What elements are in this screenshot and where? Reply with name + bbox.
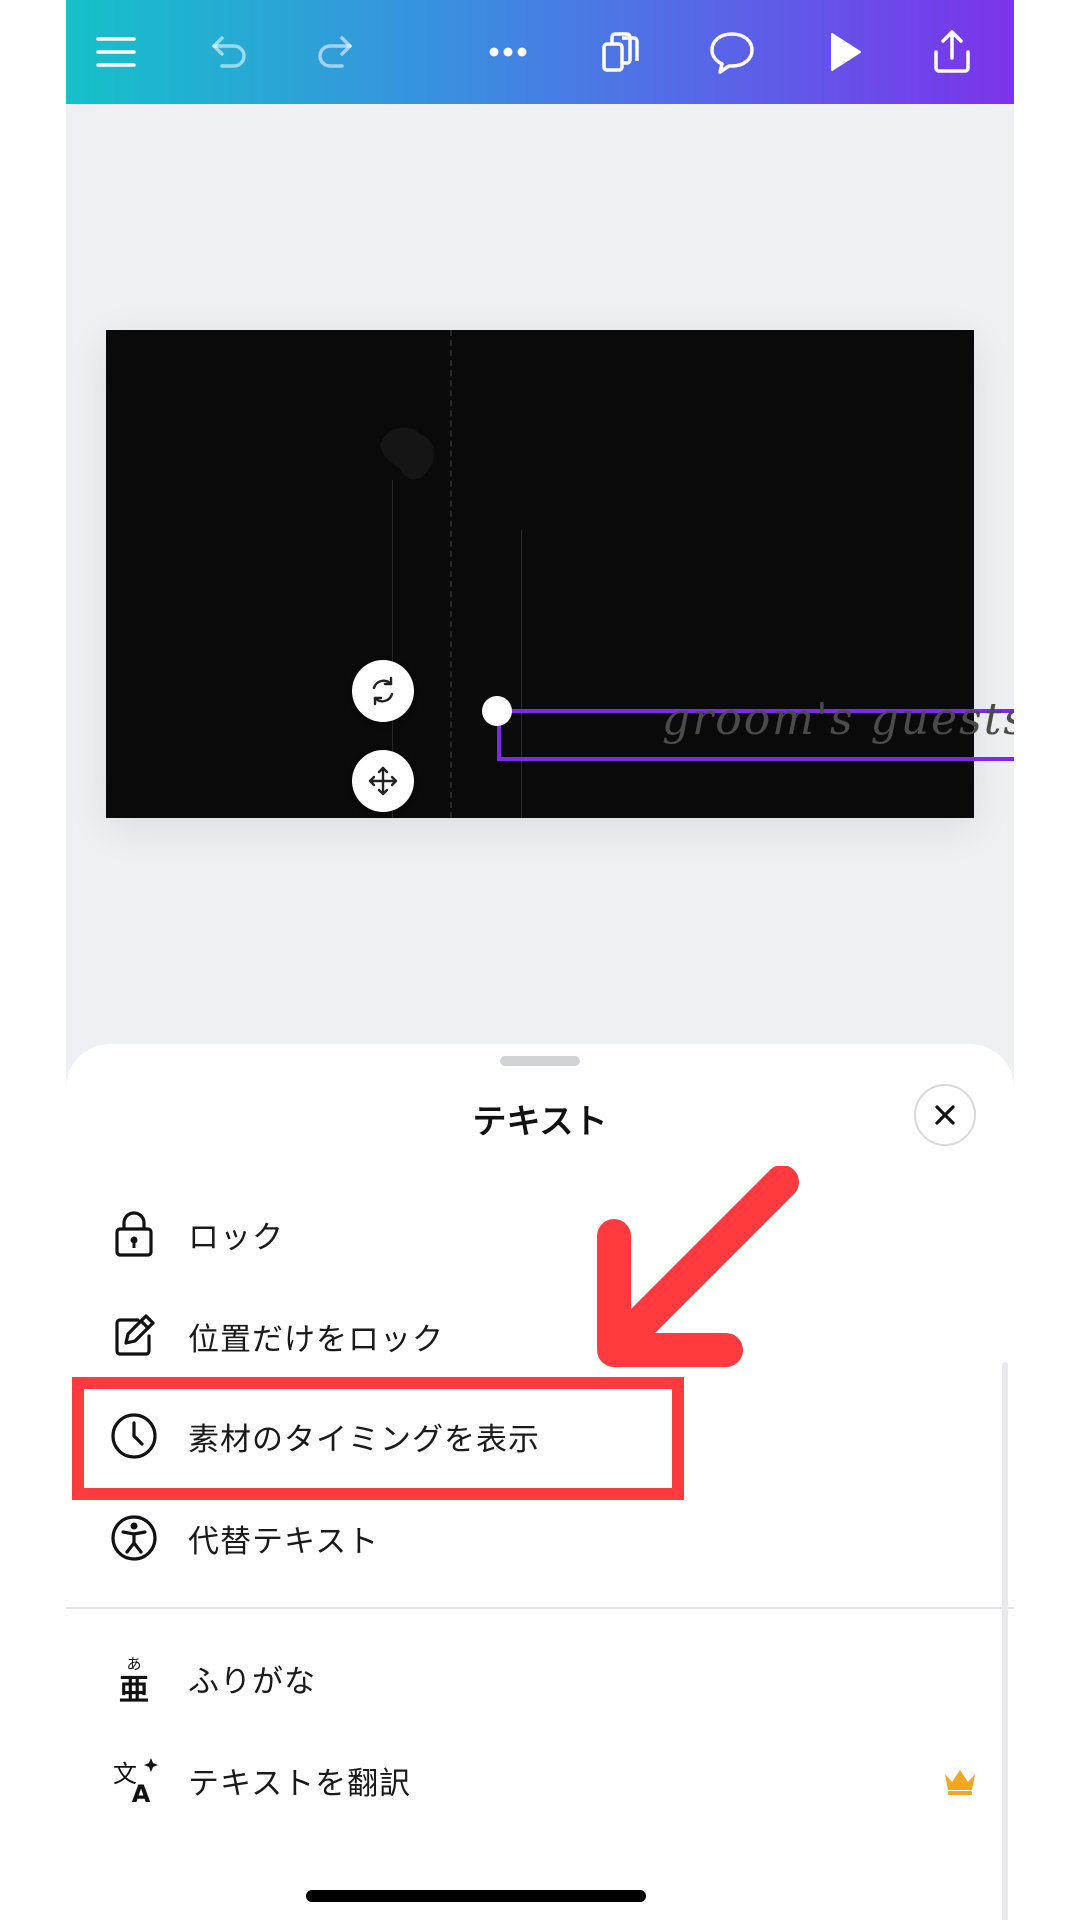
close-icon [935, 1105, 955, 1125]
divider [66, 1607, 1014, 1609]
top-toolbar [66, 0, 1014, 104]
share-icon[interactable] [918, 18, 986, 86]
canvas-text-element[interactable]: groom's guests [662, 694, 1014, 745]
lock-icon [108, 1208, 160, 1260]
menu-item-label: ロック [188, 1219, 284, 1256]
duplicate-pages-icon[interactable] [586, 18, 654, 86]
svg-text:あ: あ [126, 1655, 141, 1673]
sheet-title: テキスト [472, 1102, 608, 1142]
menu-item-label: ふりがな [188, 1663, 316, 1700]
highlight-box [72, 1377, 684, 1500]
svg-text:亜: 亜 [119, 1673, 149, 1704]
menu-item-lock-position[interactable]: 位置だけをロック [66, 1288, 1014, 1384]
move-icon[interactable] [352, 750, 414, 812]
furigana-icon: あ亜 [108, 1652, 160, 1704]
undo-icon[interactable] [194, 18, 262, 86]
translate-icon: 文A [108, 1754, 160, 1806]
scrollbar[interactable] [1002, 1362, 1008, 1920]
menu-icon[interactable] [82, 18, 150, 86]
more-icon[interactable] [474, 18, 542, 86]
edit-lock-icon [108, 1310, 160, 1362]
close-button[interactable] [914, 1084, 976, 1146]
decoration-shape [380, 427, 435, 480]
design-canvas[interactable]: groom's guests [66, 104, 1014, 1054]
menu-item-alt-text[interactable]: 代替テキスト [66, 1490, 1014, 1586]
guide-line [521, 530, 522, 818]
resize-handle[interactable] [482, 696, 512, 726]
accessibility-icon [108, 1512, 160, 1564]
app-screen: groom's guests テキスト ロック 位置だけをロック 素材のタイミン… [66, 0, 1014, 1920]
play-icon[interactable] [810, 18, 878, 86]
rotate-icon[interactable] [352, 660, 414, 722]
sheet-grabber[interactable] [500, 1056, 580, 1066]
menu-item-label: テキストを翻訳 [188, 1765, 412, 1802]
menu-item-lock[interactable]: ロック [66, 1186, 1014, 1282]
menu-item-translate[interactable]: 文A テキストを翻訳 [66, 1732, 1014, 1828]
guide-line [450, 330, 452, 818]
comment-icon[interactable] [698, 18, 766, 86]
redo-icon[interactable] [302, 18, 370, 86]
menu-item-label: 位置だけをロック [188, 1321, 444, 1358]
menu-item-furigana[interactable]: あ亜 ふりがな [66, 1630, 1014, 1726]
svg-text:A: A [132, 1780, 151, 1806]
home-indicator [306, 1890, 646, 1902]
pointer-arrow-icon [597, 1166, 799, 1367]
menu-item-label: 代替テキスト [188, 1523, 380, 1560]
crown-icon [945, 1770, 975, 1795]
